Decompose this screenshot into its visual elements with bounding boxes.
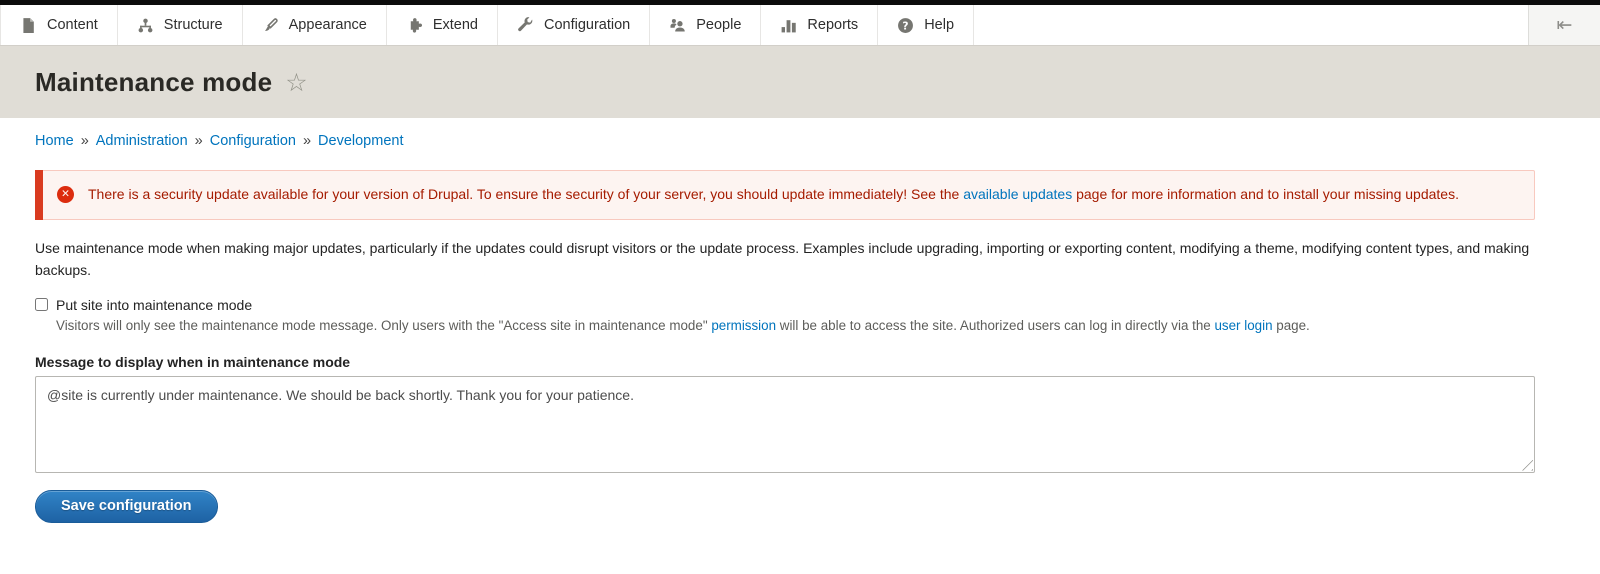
toolbar-tab-label: Structure xyxy=(164,17,223,33)
toolbar-tab-label: Reports xyxy=(807,17,858,33)
toolbar-tab-reports[interactable]: Reports xyxy=(761,5,878,45)
error-message: ✕ There is a security update available f… xyxy=(43,170,1535,220)
page-title: Maintenance mode xyxy=(35,67,272,98)
toolbar-tab-label: Appearance xyxy=(289,17,367,33)
main-content: Home » Administration » Configuration » Develo… xyxy=(0,133,1600,523)
breadcrumb: Home » Administration » Configuration » Develo… xyxy=(35,133,1535,149)
puzzle-icon xyxy=(406,17,423,34)
toolbar-tab-label: Content xyxy=(47,17,98,33)
toolbar-collapse-icon: ⇤ xyxy=(1557,16,1573,35)
maintenance-mode-checkbox[interactable] xyxy=(35,298,48,311)
sitemap-icon xyxy=(137,17,154,34)
help-icon: ? xyxy=(897,17,914,34)
toolbar-tab-label: Extend xyxy=(433,17,478,33)
toolbar-tab-label: People xyxy=(696,17,741,33)
maintenance-mode-intro: Use maintenance mode when making major u… xyxy=(35,238,1535,282)
toolbar-tab-label: Configuration xyxy=(544,17,630,33)
user-login-link[interactable]: user login xyxy=(1214,318,1272,333)
toolbar-tab-people[interactable]: People xyxy=(650,5,761,45)
save-configuration-button[interactable]: Save configuration xyxy=(35,490,218,523)
toolbar-tab-content[interactable]: Content xyxy=(0,5,118,45)
breadcrumb-link-configuration[interactable]: Configuration xyxy=(210,133,296,149)
maintenance-message-label: Message to display when in maintenance m… xyxy=(35,354,1535,370)
breadcrumb-separator: » xyxy=(195,133,203,149)
admin-toolbar: Content Structure Appearance Extend Conf xyxy=(0,5,1600,46)
wrench-icon xyxy=(517,17,534,34)
breadcrumb-link-home[interactable]: Home xyxy=(35,133,74,149)
error-icon: ✕ xyxy=(57,186,74,203)
maintenance-message-field: @site is currently under maintenance. We… xyxy=(35,376,1535,473)
toolbar-tab-structure[interactable]: Structure xyxy=(118,5,243,45)
toolbar-tab-label: Help xyxy=(924,17,954,33)
breadcrumb-link-development[interactable]: Development xyxy=(318,133,403,149)
svg-text:?: ? xyxy=(903,19,909,32)
people-icon xyxy=(669,17,686,34)
breadcrumb-link-administration[interactable]: Administration xyxy=(96,133,188,149)
paintbrush-icon xyxy=(262,17,279,34)
toolbar-tab-extend[interactable]: Extend xyxy=(387,5,498,45)
available-updates-link[interactable]: available updates xyxy=(963,186,1072,202)
maintenance-message-textarea[interactable]: @site is currently under maintenance. We… xyxy=(35,376,1535,473)
breadcrumb-separator: » xyxy=(303,133,311,149)
maintenance-mode-description: Visitors will only see the maintenance m… xyxy=(35,318,1535,333)
toolbar-tab-configuration[interactable]: Configuration xyxy=(498,5,650,45)
permission-link[interactable]: permission xyxy=(711,318,776,333)
toolbar-empty-space xyxy=(974,5,1600,45)
page-header: Maintenance mode ☆ xyxy=(0,46,1600,118)
toolbar-tab-appearance[interactable]: Appearance xyxy=(243,5,387,45)
error-text: There is a security update available for… xyxy=(88,186,1459,202)
bar-chart-icon xyxy=(780,17,797,34)
breadcrumb-separator: » xyxy=(81,133,89,149)
maintenance-mode-checkbox-row: Put site into maintenance mode xyxy=(35,297,1535,313)
file-icon xyxy=(20,17,37,34)
admin-toolbar-tabs: Content Structure Appearance Extend Conf xyxy=(0,5,974,45)
error-left-bar xyxy=(35,170,43,220)
toolbar-tab-help[interactable]: ? Help xyxy=(878,5,974,45)
toolbar-collapse-button[interactable]: ⇤ xyxy=(1528,5,1600,45)
shortcut-star-icon[interactable]: ☆ xyxy=(285,71,307,96)
maintenance-mode-checkbox-label[interactable]: Put site into maintenance mode xyxy=(56,297,252,313)
